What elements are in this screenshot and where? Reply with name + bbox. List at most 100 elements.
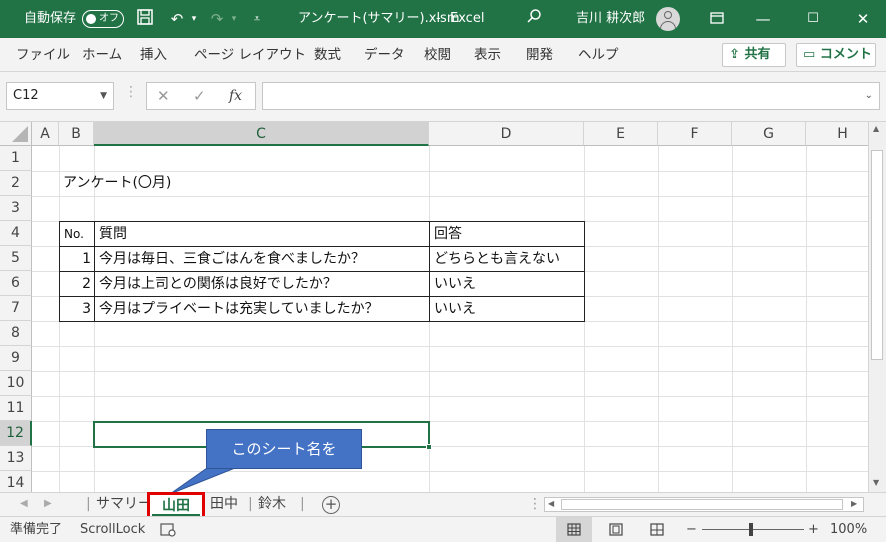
sheet-tab-summary[interactable]: サマリー: [96, 493, 152, 516]
search-icon[interactable]: [524, 8, 544, 30]
chevron-down-icon[interactable]: ▼: [100, 83, 107, 109]
gridline: [32, 196, 868, 197]
tab-home[interactable]: ホーム: [82, 38, 122, 72]
row-header-8[interactable]: 8: [0, 321, 32, 346]
tab-scroll-right-icon[interactable]: ▶: [44, 493, 52, 516]
table-header-answer[interactable]: 回答: [430, 222, 462, 246]
column-header-d[interactable]: D: [429, 122, 584, 146]
tab-formulas[interactable]: 数式: [314, 38, 341, 72]
column-header-f[interactable]: F: [658, 122, 732, 146]
avatar[interactable]: [656, 7, 680, 31]
expand-formula-bar-icon[interactable]: ⌄: [865, 83, 873, 109]
table-header-no[interactable]: No.: [60, 222, 84, 246]
row-header-7[interactable]: 7: [0, 296, 32, 321]
undo-icon[interactable]: ↶: [166, 8, 188, 30]
sheet-tab-suzuki[interactable]: 鈴木: [258, 493, 286, 516]
fill-handle[interactable]: [426, 444, 432, 450]
undo-dropdown-icon[interactable]: ▾: [188, 8, 200, 30]
minimize-icon[interactable]: —: [752, 8, 774, 30]
table-cell-answer[interactable]: どちらとも言えない: [430, 247, 560, 271]
table-cell-question[interactable]: 今月は毎日、三食ごはんを食べましたか？: [95, 247, 365, 271]
scrollbar-thumb[interactable]: [871, 150, 883, 360]
scroll-up-icon[interactable]: ▲: [873, 124, 879, 133]
add-sheet-icon[interactable]: +: [322, 496, 340, 514]
cancel-icon[interactable]: ✕: [157, 83, 170, 109]
ribbon-tabs: ファイル ホーム 挿入 ページ レイアウト 数式 データ 校閲 表示 開発 ヘル…: [0, 38, 886, 72]
table-cell-answer[interactable]: いいえ: [430, 272, 476, 296]
tab-scroll-left-icon[interactable]: ◀: [20, 493, 28, 516]
row-header-4[interactable]: 4: [0, 221, 32, 246]
hscroll-thumb[interactable]: [561, 499, 843, 510]
comments-button[interactable]: ▭ コメント: [796, 43, 876, 67]
tab-file[interactable]: ファイル: [16, 38, 70, 72]
table-cell-question[interactable]: 今月は上司との関係は良好でしたか？: [95, 272, 337, 296]
row-header-3[interactable]: 3: [0, 196, 32, 221]
redo-icon[interactable]: ↷: [206, 8, 228, 30]
tab-insert[interactable]: 挿入: [140, 38, 167, 72]
table-cell-no[interactable]: 1: [60, 247, 94, 271]
column-header-b[interactable]: B: [59, 122, 94, 146]
table-border: [59, 221, 585, 222]
customize-qat-icon[interactable]: ⩡: [250, 8, 264, 30]
tab-review[interactable]: 校閲: [424, 38, 451, 72]
column-header-g[interactable]: G: [732, 122, 806, 146]
normal-view-button[interactable]: [556, 517, 592, 542]
row-header-12[interactable]: 12: [0, 421, 32, 446]
tab-developer[interactable]: 開発: [526, 38, 553, 72]
row-header-13[interactable]: 13: [0, 446, 32, 471]
enter-icon[interactable]: ✓: [193, 83, 206, 109]
sheet-title[interactable]: アンケート(〇月): [59, 171, 171, 196]
autosave-state: オフ: [99, 13, 119, 24]
row-header-2[interactable]: 2: [0, 171, 32, 196]
column-header-a[interactable]: A: [32, 122, 59, 146]
redo-dropdown-icon[interactable]: ▾: [228, 8, 240, 30]
row-header-11[interactable]: 11: [0, 396, 32, 421]
tab-view[interactable]: 表示: [474, 38, 501, 72]
scroll-down-icon[interactable]: ▼: [873, 478, 879, 487]
horizontal-scrollbar[interactable]: ◀ ▶: [544, 497, 864, 512]
insert-function-icon[interactable]: fx: [229, 83, 242, 109]
tab-data[interactable]: データ: [364, 38, 405, 72]
page-break-view-icon[interactable]: [650, 517, 664, 542]
table-cell-question[interactable]: 今月はプライベートは充実していましたか？: [95, 297, 379, 321]
title-bar: 自動保存 オフ ↶ ▾ ↷ ▾ ⩡ アンケート(サマリー).xlsm - Exc…: [0, 0, 886, 38]
page-layout-view-icon[interactable]: [609, 517, 623, 542]
close-icon[interactable]: ✕: [852, 8, 874, 30]
row-header-14[interactable]: 14: [0, 471, 32, 492]
table-cell-answer[interactable]: いいえ: [430, 297, 476, 321]
select-all-corner[interactable]: [0, 122, 32, 146]
comment-label: コメント: [819, 47, 872, 62]
zoom-in-icon[interactable]: +: [808, 517, 819, 542]
sheet-tab-tanaka[interactable]: 田中: [210, 493, 238, 516]
scroll-left-icon[interactable]: ◀: [548, 499, 554, 508]
zoom-level[interactable]: 100%: [830, 517, 867, 542]
autosave-toggle[interactable]: オフ: [82, 10, 124, 28]
table-cell-no[interactable]: 2: [60, 272, 94, 296]
vertical-scrollbar[interactable]: ▲ ▼: [868, 122, 886, 492]
column-header-c[interactable]: C: [94, 122, 429, 146]
column-header-h[interactable]: H: [806, 122, 868, 146]
row-header-10[interactable]: 10: [0, 371, 32, 396]
table-cell-no[interactable]: 3: [60, 297, 94, 321]
row-header-9[interactable]: 9: [0, 346, 32, 371]
worksheet-grid[interactable]: A B C D E F G H 1 2 3 4 5 6 7 8 9 10 11 …: [0, 122, 868, 492]
row-header-1[interactable]: 1: [0, 146, 32, 171]
zoom-slider-thumb[interactable]: [749, 523, 753, 536]
scroll-right-icon[interactable]: ▶: [851, 499, 857, 508]
splitter-grip-icon[interactable]: ⋮: [528, 493, 542, 516]
name-box[interactable]: C12 ▼: [6, 82, 114, 110]
tab-help[interactable]: ヘルプ: [578, 38, 619, 72]
row-header-6[interactable]: 6: [0, 271, 32, 296]
column-header-e[interactable]: E: [584, 122, 658, 146]
tab-page-layout[interactable]: ページ レイアウト: [194, 38, 306, 72]
macro-record-icon[interactable]: [160, 517, 176, 542]
row-header-5[interactable]: 5: [0, 246, 32, 271]
zoom-slider[interactable]: [702, 529, 804, 530]
maximize-icon[interactable]: ☐: [802, 8, 824, 30]
zoom-out-icon[interactable]: −: [686, 517, 697, 542]
table-header-question[interactable]: 質問: [95, 222, 127, 246]
save-icon[interactable]: [134, 8, 156, 30]
ribbon-display-options-icon[interactable]: [706, 8, 728, 30]
share-button[interactable]: ⇪ 共有: [722, 43, 786, 67]
formula-input[interactable]: ⌄: [262, 82, 880, 110]
